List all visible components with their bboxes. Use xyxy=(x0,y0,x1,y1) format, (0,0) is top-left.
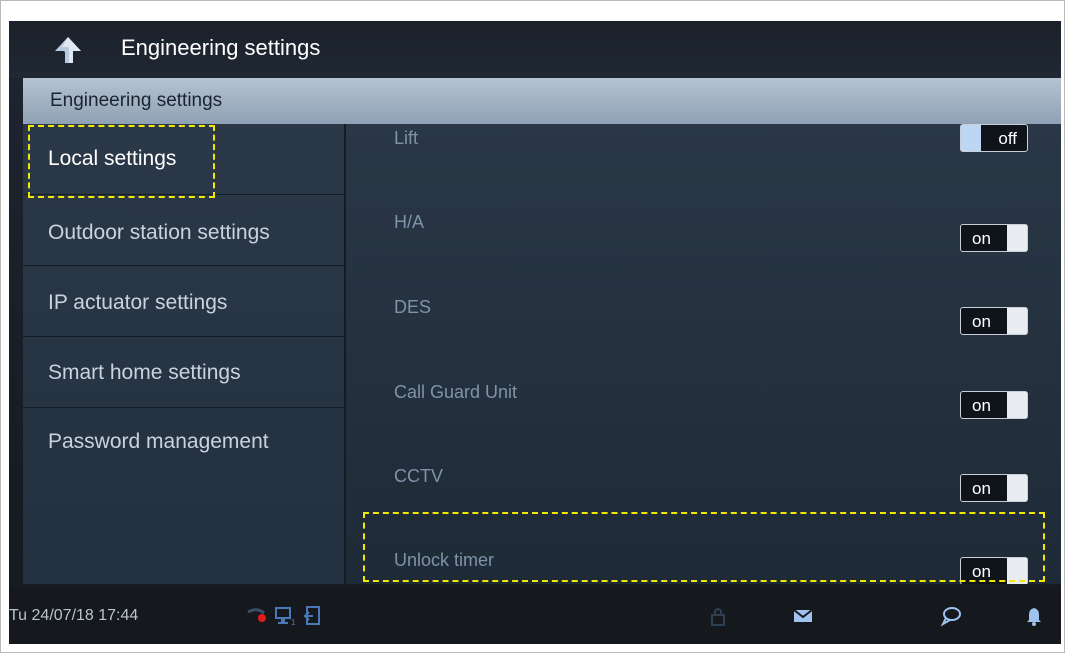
toggle-knob xyxy=(1007,475,1027,501)
menu-item-password-management[interactable]: Password management xyxy=(23,408,344,478)
menu-item-ip-actuator-settings[interactable]: IP actuator settings xyxy=(23,266,344,337)
toggle-state: off xyxy=(998,129,1017,148)
setting-label: Call Guard Unit xyxy=(394,382,518,402)
lift-toggle[interactable]: off xyxy=(960,124,1028,152)
highlight-unlock-timer xyxy=(363,512,1045,582)
setting-label: CCTV xyxy=(394,466,443,486)
highlight-local-settings xyxy=(28,125,215,198)
monitor-1-icon[interactable]: 1 xyxy=(275,605,297,627)
back-arrow-icon[interactable] xyxy=(53,35,83,65)
setting-label: Lift xyxy=(394,128,419,148)
setting-row-call-guard-unit: Call Guard Unit on xyxy=(346,356,1061,440)
toggle-state: on xyxy=(972,396,991,415)
page-title: Engineering settings xyxy=(121,35,321,60)
toggle-knob xyxy=(1007,225,1027,251)
menu-item-outdoor-station-settings[interactable]: Outdoor station settings xyxy=(23,195,344,266)
toggle-state: on xyxy=(972,479,991,498)
message-icon[interactable] xyxy=(792,605,814,627)
call-guard-unit-toggle[interactable]: on xyxy=(960,391,1028,419)
setting-label: DES xyxy=(394,297,432,317)
cctv-toggle[interactable]: on xyxy=(960,474,1028,502)
svg-text:1: 1 xyxy=(291,618,296,627)
date-time: Tu 24/07/18 17:44 xyxy=(9,607,139,624)
setting-row-des: DES on xyxy=(346,272,1061,356)
toggle-knob xyxy=(961,125,981,151)
toggle-knob xyxy=(1007,308,1027,334)
menu-item-label: Smart home settings xyxy=(48,361,241,384)
des-toggle[interactable]: on xyxy=(960,307,1028,335)
toggle-state: on xyxy=(972,312,991,331)
toggle-knob xyxy=(1007,392,1027,418)
chat-icon[interactable] xyxy=(940,605,962,627)
bell-icon[interactable] xyxy=(1023,605,1045,627)
device-screen: Engineering settings Engineering setting… xyxy=(9,21,1061,644)
ha-toggle[interactable]: on xyxy=(960,224,1028,252)
missed-call-icon[interactable] xyxy=(247,605,269,627)
section-header-label: Engineering settings xyxy=(50,90,223,111)
menu-item-label: IP actuator settings xyxy=(48,291,228,314)
setting-label: H/A xyxy=(394,212,425,232)
title-bar: Engineering settings xyxy=(9,21,1061,78)
status-bar: Tu 24/07/18 17:44 1 xyxy=(9,588,1061,644)
door-exit-icon[interactable] xyxy=(303,605,325,627)
section-header: Engineering settings xyxy=(23,78,1061,124)
menu-item-label: Password management xyxy=(48,430,269,453)
menu-item-smart-home-settings[interactable]: Smart home settings xyxy=(23,337,344,408)
toggle-state: on xyxy=(972,229,991,248)
setting-row-ha: H/A on xyxy=(346,188,1061,272)
lock-icon[interactable] xyxy=(707,605,729,627)
setting-row-lift: Lift off xyxy=(346,124,1061,188)
menu-item-label: Outdoor station settings xyxy=(48,221,270,244)
